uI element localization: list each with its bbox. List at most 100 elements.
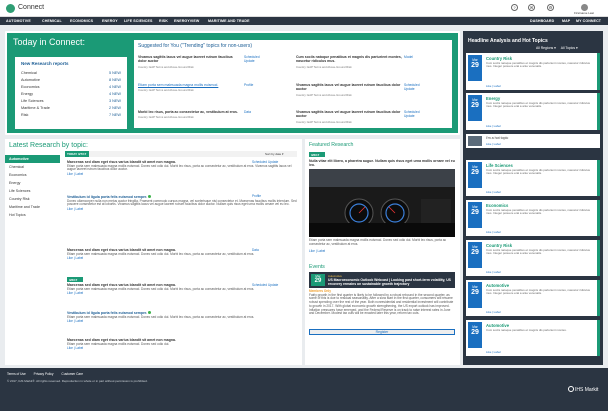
hot-topic-thumbnail [468, 136, 482, 146]
topic-hot-topics[interactable]: Hot Topics [5, 211, 60, 219]
suggested-panel: Suggested for You ("Trending" topics for… [133, 39, 453, 129]
card-date: Mar 29 [468, 95, 482, 121]
nav-dashboard[interactable]: DASHBOARD [530, 19, 554, 23]
event-card[interactable]: Mar 29 Automotive US Macroeconomic Outlook… [309, 272, 455, 288]
report-row[interactable]: Risk 7 NEW [21, 113, 121, 117]
register-button[interactable]: Register [309, 329, 455, 335]
card-date: Mar 29 [468, 202, 482, 228]
suggestion-item[interactable]: Vivamus sagittis lacus vel augue laoreet… [296, 83, 406, 97]
nav-economics[interactable]: ECONOMICS [70, 19, 93, 23]
user-name: Firstname Last [574, 11, 594, 15]
feed-item[interactable]: Maecenas sed diam eget risus varius blan… [67, 248, 297, 261]
user-menu[interactable]: Firstname Last [568, 4, 600, 15]
card-date: Mar 29 [468, 162, 482, 188]
topic-automotive[interactable]: Automotive [5, 155, 60, 163]
main-nav: AUTOMOTIVE CHEMICAL ECONOMICS ENERGY LIF… [0, 17, 608, 25]
reports-title: New Research reports [21, 61, 69, 66]
featured-title: Featured Research [309, 142, 354, 148]
topic-life-sciences[interactable]: Life Sciences [5, 187, 60, 195]
report-row[interactable]: Life Sciences 3 NEW [21, 99, 121, 103]
date-pill: 3/6/17 [67, 277, 83, 282]
topic-chemical[interactable]: Chemical [5, 163, 60, 171]
featured-image[interactable] [309, 169, 455, 237]
feed-item[interactable]: Vestibulum id ligula porta felis euismod… [67, 311, 297, 324]
headline-card[interactable]: Mar 29 Automotive Cum sociis natoque penat… [466, 320, 600, 356]
report-row[interactable]: Automotive 8 NEW [21, 78, 121, 82]
featured-headline[interactable]: Nulla vitae elit libero, a pharetra augu… [309, 159, 455, 167]
featured-panel: Featured Research 3/6/17 Nulla vitae eli… [305, 139, 460, 365]
topic-economics[interactable]: Economics [5, 171, 60, 179]
event-date: Mar 29 [311, 274, 325, 286]
dashboard-photo-icon [309, 169, 455, 237]
featured-actions[interactable]: Like | Label [309, 249, 325, 253]
topic-maritime[interactable]: Maritime and Trade [5, 203, 60, 211]
report-row[interactable]: Chemical 5 NEW [21, 71, 121, 75]
nav-map[interactable]: MAP [562, 19, 570, 23]
suggestion-item[interactable]: Cum sociis natoque penatibus et magnis d… [296, 55, 406, 69]
nav-automotive[interactable]: AUTOMOTIVE [6, 19, 31, 23]
report-row[interactable]: Maritime & Trade 2 NEW [21, 106, 121, 110]
nav-life-sciences[interactable]: LIFE SCIENCES [124, 19, 152, 23]
new-dot-icon [148, 195, 152, 198]
suggestion-item[interactable]: Etiam porta sem malesuada magna mollis e… [138, 83, 238, 92]
suggested-title: Suggested for You ("Trending" topics for… [138, 43, 252, 49]
today-date-pill: TODAY 3/7/17 [65, 151, 89, 157]
feed-item[interactable]: Vestibulum id ligula porta felis euismod… [67, 194, 297, 212]
footer: Terms of Use Privacy Policy Customer Car… [0, 368, 608, 411]
privacy-link[interactable]: Privacy Policy [34, 372, 54, 376]
headline-panel: Headline Analysis and Hot Topics All Reg… [463, 31, 603, 365]
card-date: Mar 29 [468, 322, 482, 348]
footer-links: Terms of Use Privacy Policy Customer Car… [7, 372, 90, 376]
event-headline: Automotive US Macroeconomic Outlook Webca… [328, 274, 451, 286]
headline-panel-title: Headline Analysis and Hot Topics [468, 38, 548, 44]
card-date: Mar 29 [468, 282, 482, 308]
nav-energyview[interactable]: ENERGYVIEW [174, 19, 199, 23]
headline-card[interactable]: Mar 29 Country Risk Cum sociis natoque pen… [466, 53, 600, 90]
hot-topic-item[interactable]: I'm a hot topic Like | Label [466, 134, 600, 148]
card-date: Mar 29 [468, 242, 482, 268]
headline-card[interactable]: Mar 29 Automotive Cum sociis natoque penat… [466, 280, 600, 316]
suggestion-item[interactable]: Vivamus sagittis lacus vel augue laoreet… [138, 55, 238, 69]
events-title: Events [309, 264, 325, 270]
ihs-markit-logo-icon [568, 386, 574, 392]
copyright: © 2017, IHS Markit®. All rights reserved… [7, 379, 148, 383]
topics-dropdown[interactable]: All Topics ▾ [561, 46, 578, 50]
headline-card[interactable]: Mar 29 Energy Cum sociis natoque penatibus… [466, 93, 600, 130]
feed-item[interactable]: Maecenas sed diam eget risus varius blan… [67, 160, 297, 177]
topic-energy[interactable]: Energy [5, 179, 60, 187]
nav-my-connect[interactable]: MY CONNECT [576, 19, 601, 23]
brand-logo: IHS Markit [568, 386, 598, 393]
headline-card[interactable]: Mar 29 Economics Cum sociis natoque penati… [466, 200, 600, 236]
terms-link[interactable]: Terms of Use [7, 372, 26, 376]
headline-card[interactable]: Mar 29 Life Sciences Cum sociis natoque pe… [466, 160, 600, 196]
latest-research-panel: Latest Research by topic: Automotive Che… [5, 139, 302, 365]
connect-logo-icon[interactable] [6, 4, 15, 13]
gear-icon[interactable]: ⚙ [547, 4, 554, 11]
topic-country-risk[interactable]: Country Risk [5, 195, 60, 203]
new-dot-icon [148, 311, 152, 314]
card-date: Mar 29 [468, 55, 482, 81]
help-icon[interactable]: ? [511, 4, 518, 11]
headline-card[interactable]: Mar 29 Country Risk Cum sociis natoque pen… [466, 240, 600, 276]
nav-chemical[interactable]: CHEMICAL [42, 19, 62, 23]
suggestion-item[interactable]: Vivamus sagittis lacus vel augue laoreet… [296, 110, 406, 124]
avatar-icon [580, 4, 588, 11]
alerts-icon[interactable]: ✉ [528, 4, 535, 11]
report-row[interactable]: Economics 4 NEW [21, 85, 121, 89]
latest-title: Latest Research by topic: [9, 142, 88, 149]
nav-energy[interactable]: ENERGY [102, 19, 118, 23]
nav-risk[interactable]: RISK [159, 19, 168, 23]
report-row[interactable]: Energy 4 NEW [21, 92, 121, 96]
feed-item[interactable]: Maecenas sed diam eget risus varius blan… [67, 338, 297, 351]
nav-maritime[interactable]: MARITIME AND TRADE [208, 19, 250, 23]
app-title[interactable]: Connect [18, 4, 44, 11]
new-research-reports: New Research reports Chemical 5 NEW Autom… [15, 57, 127, 129]
sort-dropdown[interactable]: Sort by date ▾ [265, 152, 284, 156]
headline-filters: All Regions ▾ All Topics ▾ [532, 46, 578, 50]
customer-care-link[interactable]: Customer Care [61, 372, 83, 376]
event-body: Members Only Fairly growth in the first … [309, 289, 454, 316]
suggestion-item[interactable]: Morbi leo risus, porta ac consectetur ac… [138, 110, 238, 119]
feed-item[interactable]: Maecenas sed diam eget risus varius blan… [67, 283, 297, 296]
today-title: Today in Connect: [13, 37, 86, 47]
regions-dropdown[interactable]: All Regions ▾ [536, 46, 556, 50]
